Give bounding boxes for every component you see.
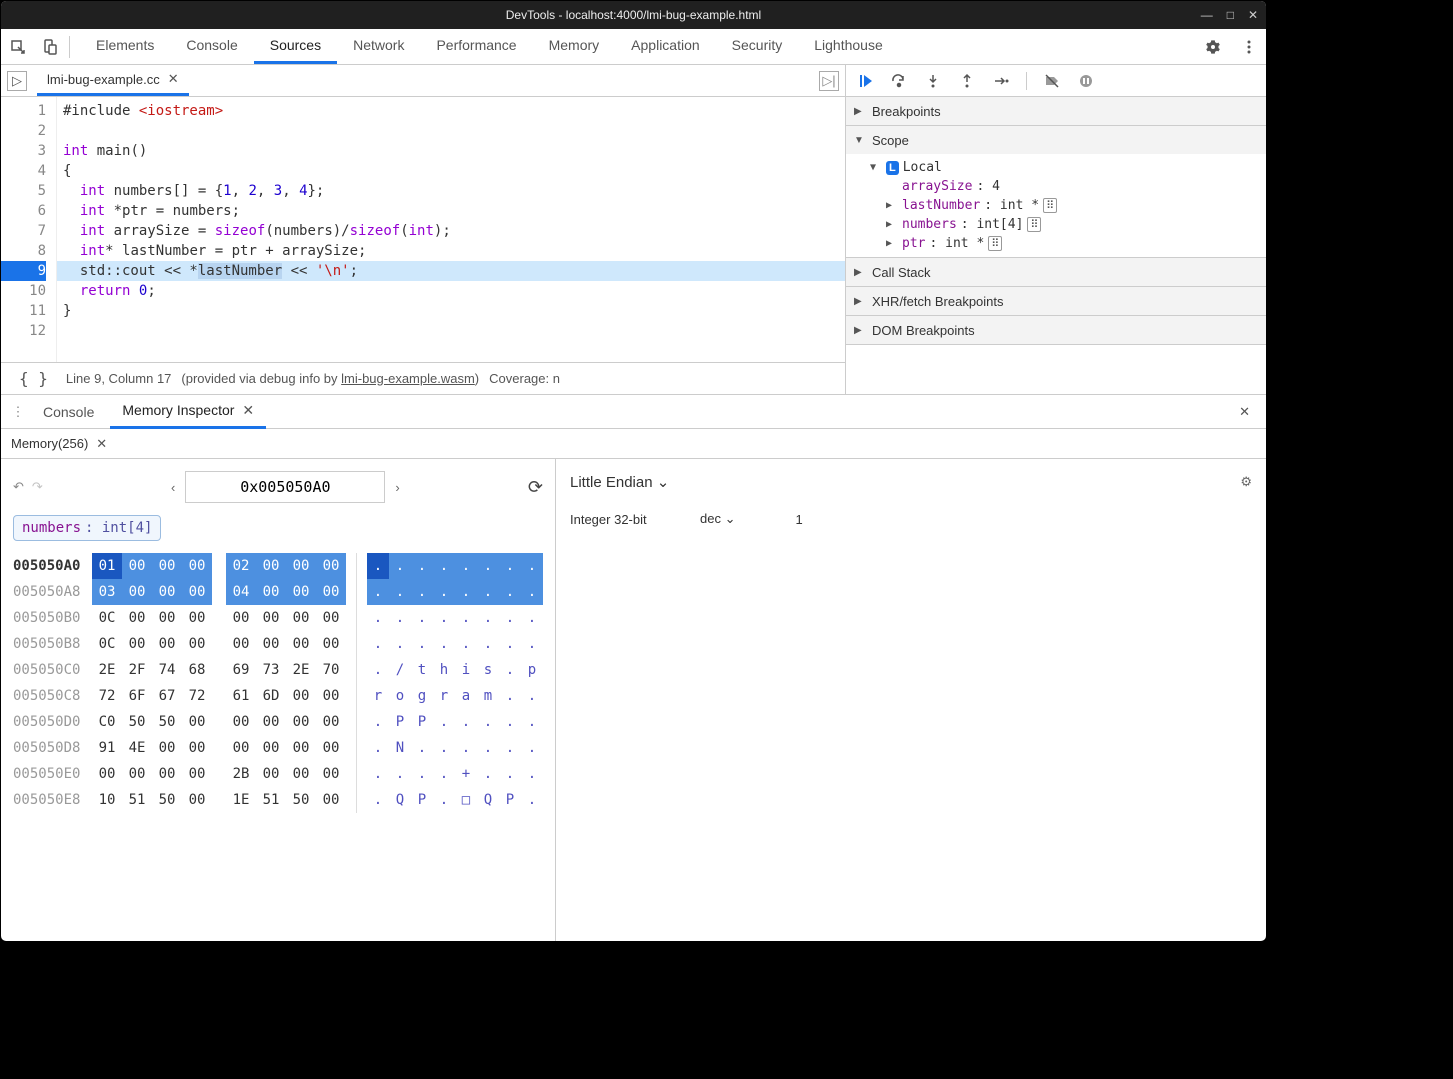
code-editor[interactable]: #include <iostream>int main(){ int numbe… xyxy=(57,97,845,362)
maximize-icon[interactable]: □ xyxy=(1227,8,1234,22)
tab-console[interactable]: Console xyxy=(170,29,253,64)
format-select[interactable]: dec ⌄ xyxy=(700,511,736,527)
scope-section[interactable]: ▼Scope xyxy=(846,126,1266,154)
xhr-section[interactable]: ▶XHR/fetch Breakpoints xyxy=(846,287,1266,315)
interp-type-label: Integer 32-bit xyxy=(570,512,690,527)
snippets-icon[interactable]: ▷ xyxy=(7,71,27,91)
memory-tab[interactable]: Memory(256)✕ xyxy=(11,436,107,452)
address-input[interactable] xyxy=(185,471,385,503)
undo-icon[interactable]: ↶ xyxy=(13,479,24,495)
close-drawer-tab-icon[interactable]: ✕ xyxy=(242,402,254,419)
prev-page-icon[interactable]: ‹ xyxy=(171,480,175,495)
refresh-icon[interactable]: ⟳ xyxy=(528,477,543,498)
step-into-icon[interactable] xyxy=(924,72,942,90)
pause-exception-icon[interactable] xyxy=(1077,72,1095,90)
titlebar: DevTools - localhost:4000/lmi-bug-exampl… xyxy=(1,1,1266,29)
toggle-sidebar-icon[interactable]: ▷| xyxy=(819,71,839,91)
tab-memory[interactable]: Memory xyxy=(533,29,616,64)
reveal-memory-icon[interactable]: ⠿ xyxy=(1043,198,1057,213)
tab-network[interactable]: Network xyxy=(337,29,420,64)
close-icon[interactable]: ✕ xyxy=(1248,8,1258,22)
chevron-down-icon: ⌄ xyxy=(657,474,670,491)
drawer-tab-console[interactable]: Console xyxy=(31,397,106,427)
chevron-down-icon: ⌄ xyxy=(725,511,736,526)
main-tabs: ElementsConsoleSourcesNetworkPerformance… xyxy=(80,29,899,64)
close-memory-tab-icon[interactable]: ✕ xyxy=(96,436,107,452)
callstack-section[interactable]: ▶Call Stack xyxy=(846,258,1266,286)
settings-icon[interactable] xyxy=(1204,38,1222,56)
step-over-icon[interactable] xyxy=(890,72,908,90)
breakpoints-section[interactable]: ▶Breakpoints xyxy=(846,97,1266,125)
scope-var-numbers[interactable]: ▶numbers: int[4] ⠿ xyxy=(846,215,1266,234)
scope-local[interactable]: ▼L Local xyxy=(846,158,1266,177)
scope-var-ptr[interactable]: ▶ptr: int * ⠿ xyxy=(846,234,1266,253)
interp-settings-icon[interactable]: ⚙ xyxy=(1240,474,1252,490)
reveal-memory-icon[interactable]: ⠿ xyxy=(988,236,1002,251)
inspect-icon[interactable] xyxy=(9,38,27,56)
interp-value: 1 xyxy=(796,512,803,527)
dom-section[interactable]: ▶DOM Breakpoints xyxy=(846,316,1266,344)
tab-sources[interactable]: Sources xyxy=(254,29,337,64)
close-tab-icon[interactable]: ✕ xyxy=(168,71,179,87)
deactivate-bp-icon[interactable] xyxy=(1043,72,1061,90)
wasm-link[interactable]: lmi-bug-example.wasm xyxy=(341,371,475,386)
status-bar: { } Line 9, Column 17 (provided via debu… xyxy=(1,362,845,394)
object-chip[interactable]: numbers: int[4] xyxy=(13,515,161,541)
endian-select[interactable]: Little Endian ⌄ xyxy=(570,473,669,491)
step-icon[interactable] xyxy=(992,72,1010,90)
step-out-icon[interactable] xyxy=(958,72,976,90)
tab-performance[interactable]: Performance xyxy=(420,29,532,64)
tab-elements[interactable]: Elements xyxy=(80,29,170,64)
scope-var-lastNumber[interactable]: ▶lastNumber: int * ⠿ xyxy=(846,196,1266,215)
window-title: DevTools - localhost:4000/lmi-bug-exampl… xyxy=(506,8,761,22)
hex-grid[interactable]: 005050A00100000002000000........005050A8… xyxy=(13,553,543,813)
close-drawer-icon[interactable]: ✕ xyxy=(1231,404,1258,420)
line-gutter[interactable]: 123456789101112 xyxy=(1,97,57,362)
more-icon[interactable] xyxy=(1240,38,1258,56)
minimize-icon[interactable]: — xyxy=(1201,8,1213,22)
device-icon[interactable] xyxy=(41,38,59,56)
tab-application[interactable]: Application xyxy=(615,29,716,64)
reveal-memory-icon[interactable]: ⠿ xyxy=(1027,217,1041,232)
resume-icon[interactable] xyxy=(856,72,874,90)
redo-icon[interactable]: ↷ xyxy=(32,479,43,495)
pretty-print-icon[interactable]: { } xyxy=(11,369,56,388)
file-tab[interactable]: lmi-bug-example.cc ✕ xyxy=(37,65,189,96)
debugger-toolbar xyxy=(846,65,1266,97)
main-toolbar: ElementsConsoleSourcesNetworkPerformance… xyxy=(1,29,1266,65)
tab-lighthouse[interactable]: Lighthouse xyxy=(798,29,899,64)
scope-var-arraySize[interactable]: arraySize: 4 xyxy=(846,177,1266,196)
tab-security[interactable]: Security xyxy=(716,29,799,64)
drawer-more-icon[interactable]: ⋮ xyxy=(9,403,27,421)
drawer-tab-memory-inspector[interactable]: Memory Inspector✕ xyxy=(110,395,266,429)
next-page-icon[interactable]: › xyxy=(395,480,399,495)
